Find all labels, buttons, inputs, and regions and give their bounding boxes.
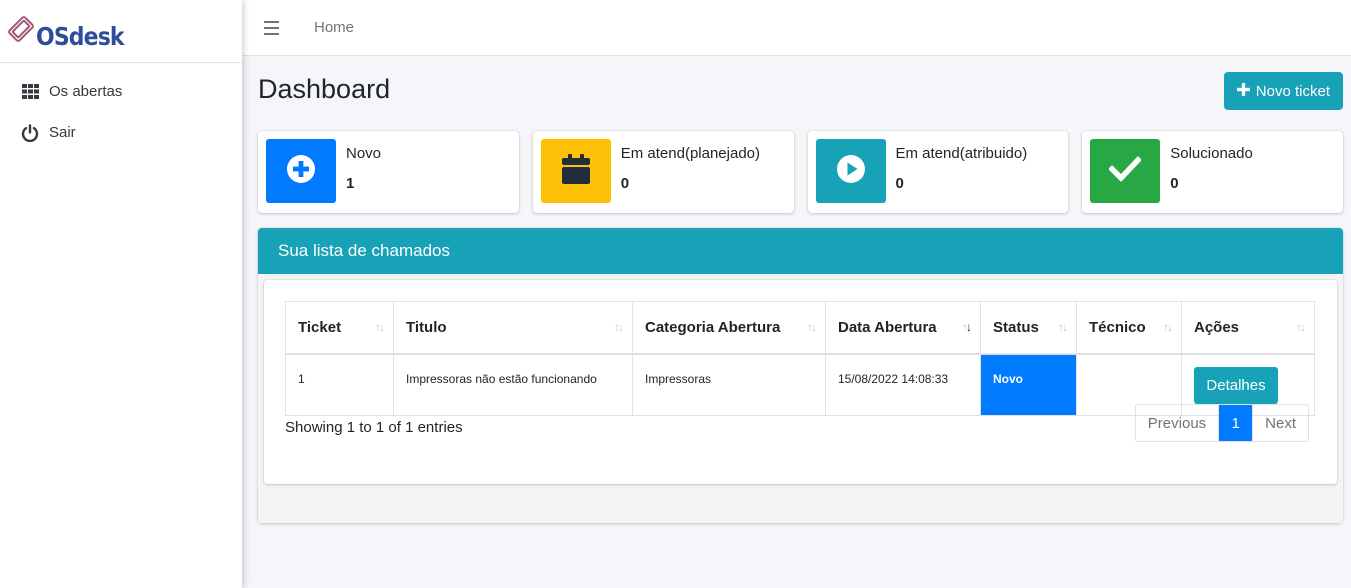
entries-info: Showing 1 to 1 of 1 entries [285,419,463,436]
cell-data: 15/08/2022 14:08:33 [825,353,981,416]
ticket-logo-icon [4,12,38,51]
info-box-label: Em atend(atribuido) [895,145,1028,162]
info-box-em-atend-atribuido[interactable]: Em atend(atribuido) 0 [807,131,1069,213]
info-box-count: 1 [346,175,355,192]
info-box-count: 0 [895,175,904,192]
sidebar-item-os-abertas[interactable]: Os abertas [0,71,242,112]
new-ticket-button[interactable]: Novo ticket [1223,72,1343,110]
calendar-icon [561,153,590,189]
sort-icon: ↑↓ [1058,320,1068,334]
plus-circle-icon [286,154,316,189]
play-circle-icon [836,154,866,189]
check-icon [1108,155,1143,187]
info-icon-bg [1090,139,1161,203]
sort-icon: ↑↓ [807,320,817,334]
menu-toggle-icon[interactable] [264,19,282,37]
info-box-count: 0 [1170,175,1179,192]
sort-icon: ↑↓ [1296,320,1306,334]
sidebar-item-label: Os abertas [49,83,123,100]
pagination-page-1[interactable]: 1 [1219,405,1253,441]
cell-categoria: Impressoras [632,353,826,416]
table-panel: Ticket ↑↓ Titulo ↑↓ Categoria Abertura ↑↓ D… [264,280,1337,484]
info-box-solucionado[interactable]: Solucionado 0 [1082,131,1343,213]
cell-titulo: Impressoras não estão funcionando [393,353,633,416]
table-header-row: Ticket ↑↓ Titulo ↑↓ Categoria Abertura ↑↓ D… [285,301,1315,355]
column-header-ticket[interactable]: Ticket ↑↓ [285,301,394,355]
info-box-label: Novo [346,145,382,162]
column-header-tecnico[interactable]: Técnico ↑↓ [1076,301,1182,355]
brand-logo: OSdesk [4,12,136,51]
sidebar-item-sair[interactable]: Sair [0,112,242,153]
ticket-list-card: Sua lista de chamados Ticket ↑↓ Titulo ↑↓ … [258,228,1343,523]
new-ticket-label: Novo ticket [1255,82,1330,100]
column-header-data[interactable]: Data Abertura ↑↓ [825,301,981,355]
page-header: Dashboard Novo ticket [258,56,1343,122]
details-button[interactable]: Detalhes [1194,366,1278,404]
info-box-novo[interactable]: Novo 1 [258,131,519,213]
info-icon-bg [540,139,611,203]
info-box-label: Solucionado [1170,145,1253,162]
sidebar-item-label: Sair [49,124,76,141]
sort-icon: ↑↓ [1163,320,1173,334]
home-link[interactable]: Home [314,19,354,36]
status-summary: Novo 1 Em atend(planejado) 0 Em atend(at… [258,131,1343,213]
sort-icon: ↑↓ [614,320,624,334]
info-box-em-atend-planejado[interactable]: Em atend(planejado) 0 [532,131,794,213]
brand[interactable]: OSdesk [0,0,242,63]
pagination: Previous 1 Next [1134,404,1309,442]
page-title: Dashboard [258,73,391,104]
sort-icon: ↑↓ [375,320,385,334]
grid-icon [21,83,39,101]
card-title: Sua lista de chamados [258,228,1343,274]
tickets-table: Ticket ↑↓ Titulo ↑↓ Categoria Abertura ↑↓ D… [285,301,1315,416]
column-header-categoria[interactable]: Categoria Abertura ↑↓ [632,301,826,355]
sidebar-nav: Os abertas Sair [0,63,242,153]
sidebar: OSdesk Os abertas Sair [0,0,242,588]
info-icon-bg [266,139,336,203]
plus-icon [1236,82,1250,100]
info-icon-bg [815,139,886,203]
cell-ticket: 1 [285,353,394,416]
column-header-titulo[interactable]: Titulo ↑↓ [393,301,633,355]
sort-desc-icon: ↑↓ [962,320,972,334]
info-box-count: 0 [620,175,630,192]
card-body: Ticket ↑↓ Titulo ↑↓ Categoria Abertura ↑↓ D… [258,274,1343,523]
main-content: Dashboard Novo ticket Novo 1 Em atend(pl… [258,56,1343,523]
brand-name: OSdesk [36,21,125,51]
info-box-label: Em atend(planejado) [620,145,761,162]
pagination-next[interactable]: Next [1252,405,1308,441]
cell-status: Novo [980,353,1077,416]
pagination-previous[interactable]: Previous [1136,405,1220,441]
power-icon [21,123,39,142]
column-header-acoes[interactable]: Ações ↑↓ [1181,301,1315,355]
top-navbar: Home [242,0,1351,56]
column-header-status[interactable]: Status ↑↓ [980,301,1077,355]
